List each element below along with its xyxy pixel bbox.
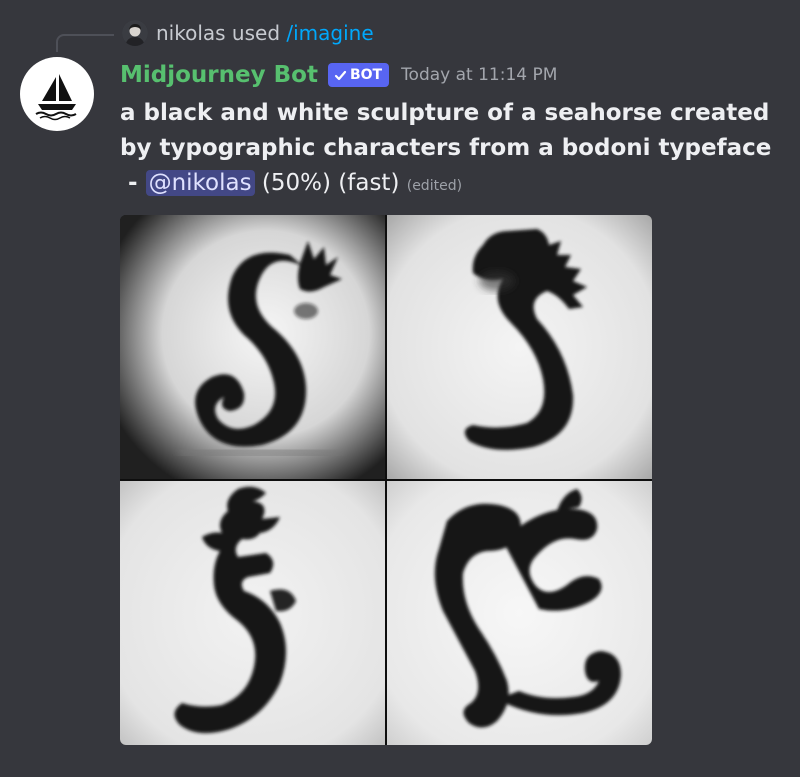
bot-avatar[interactable] [20,57,94,131]
image-variant-4[interactable] [387,481,652,745]
image-variant-2[interactable] [387,215,652,479]
message-header: Midjourney Bot BOT Today at 11:14 PM [120,58,557,92]
checkmark-icon [334,70,347,80]
bot-badge: BOT [327,63,390,87]
image-variant-3[interactable] [120,481,385,745]
bot-badge-label: BOT [349,67,383,83]
reply-command[interactable]: /imagine [286,21,373,45]
progress-indicator: (50%) [261,170,331,196]
speed-indicator: (fast) [338,170,400,196]
edited-label[interactable]: (edited) [407,178,462,194]
reply-context[interactable]: nikolas used /imagine [122,18,374,48]
message-content: a black and white sculpture of a seahors… [120,96,790,204]
message-timestamp[interactable]: Today at 11:14 PM [401,65,557,85]
user-mention[interactable]: @nikolas [145,170,255,196]
prompt-text: a black and white sculpture of a seahors… [120,100,772,161]
sailboat-logo-icon [35,74,77,121]
author-name[interactable]: Midjourney Bot [120,62,318,88]
image-variant-1[interactable] [120,215,385,479]
generated-image-grid[interactable] [120,215,652,745]
user-avatar-icon[interactable] [122,20,148,46]
reply-username[interactable]: nikolas [156,21,226,45]
prompt-separator: - [120,170,146,196]
reply-text: nikolas used /imagine [156,21,374,45]
reply-used-text: used [225,21,287,45]
reply-connector-line [56,34,114,52]
